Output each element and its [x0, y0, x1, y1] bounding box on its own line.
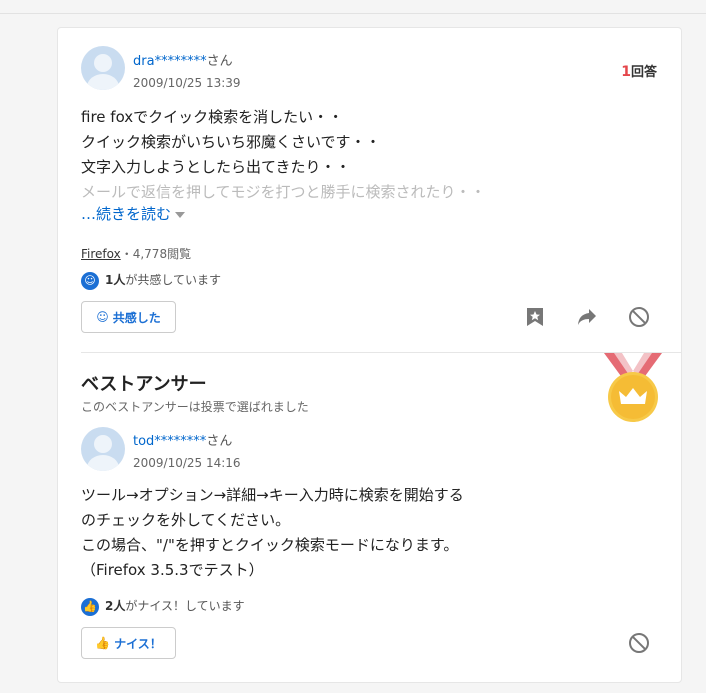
nice-text: がナイス！しています	[125, 599, 245, 613]
smile-icon: ☺	[81, 271, 99, 290]
answer-count-label: 回答	[630, 65, 657, 80]
view-count: ・4,778閲覧	[120, 247, 192, 261]
smile-icon: ☺	[96, 310, 109, 324]
question-line: クイック検索がいちいち邪魔くさいです・・	[81, 133, 381, 151]
answer-count: 1回答	[621, 61, 657, 80]
question-body: fire foxでクイック検索を消したい・・ クイック検索がいちいち邪魔くさいで…	[81, 105, 641, 205]
best-answer-title: ベストアンサー	[81, 374, 207, 395]
answer-user[interactable]: tod********さん	[133, 430, 232, 449]
question-date: 2009/10/25 13:39	[133, 76, 241, 90]
block-icon	[629, 307, 649, 327]
answer-line: ツール→オプション→詳細→キー入力時に検索を開始する	[81, 486, 464, 504]
category-link[interactable]: Firefox	[81, 247, 121, 261]
answer-user-avatar[interactable]	[81, 427, 125, 471]
nice-count: 2人	[105, 599, 126, 613]
block-icon	[629, 633, 649, 653]
answer-user-name[interactable]: tod********	[133, 434, 206, 449]
question-user-suffix: さん	[206, 54, 233, 69]
empathy-text: が共感しています	[125, 273, 222, 287]
crown-medal-icon	[604, 353, 662, 422]
read-more-label: …続きを読む	[81, 205, 172, 223]
question-user[interactable]: dra********さん	[133, 50, 233, 69]
share-icon	[578, 309, 596, 325]
nice-button-label: ナイス！	[114, 636, 162, 651]
question-user-avatar[interactable]	[81, 46, 125, 90]
answer-body: ツール→オプション→詳細→キー入力時に検索を開始する のチェックを外してください…	[81, 483, 641, 583]
question-meta: Firefox・4,778閲覧	[81, 245, 191, 262]
answer-count-number: 1	[621, 64, 631, 80]
share-button[interactable]	[576, 306, 598, 328]
nice-button[interactable]: 👍 ナイス！	[81, 627, 176, 659]
caret-down-icon	[175, 211, 186, 218]
answer-line: （Firefox 3.5.3でテスト）	[81, 561, 264, 579]
read-more-link[interactable]: …続きを読む	[81, 203, 186, 224]
nice-status: 👍 2人がナイス！しています	[81, 597, 245, 616]
thumbs-up-icon: 👍	[81, 597, 99, 616]
bookmark-button[interactable]	[524, 306, 546, 328]
qa-card: dra********さん 2009/10/25 13:39 1回答 fire …	[57, 27, 682, 683]
block-button[interactable]	[628, 306, 650, 328]
question-line: 文字入力しようとしたら出てきたり・・	[81, 158, 351, 176]
answer-user-suffix: さん	[206, 434, 233, 449]
empathy-count: 1人	[105, 273, 126, 287]
answer-block-button[interactable]	[628, 632, 650, 654]
section-divider	[81, 352, 681, 353]
thumbs-up-icon: 👍	[95, 636, 111, 650]
answer-line: この場合、"/"を押すとクイック検索モードになります。	[81, 536, 459, 554]
question-line: fire foxでクイック検索を消したい・・	[81, 108, 344, 126]
question-user-name[interactable]: dra********	[133, 54, 207, 69]
answer-date: 2009/10/25 14:16	[133, 456, 241, 470]
bookmark-icon	[527, 308, 543, 326]
empathy-status: ☺ 1人が共感しています	[81, 271, 221, 290]
empathy-button[interactable]: ☺ 共感した	[81, 301, 176, 333]
question-line-faded: メールで返信を押してモジを打つと勝手に検索されたり・・	[81, 183, 486, 201]
empathy-button-label: 共感した	[112, 310, 161, 325]
best-answer-subtitle: このベストアンサーは投票で選ばれました	[81, 400, 309, 414]
top-divider	[0, 13, 706, 14]
answer-line: のチェックを外してください。	[81, 511, 291, 529]
